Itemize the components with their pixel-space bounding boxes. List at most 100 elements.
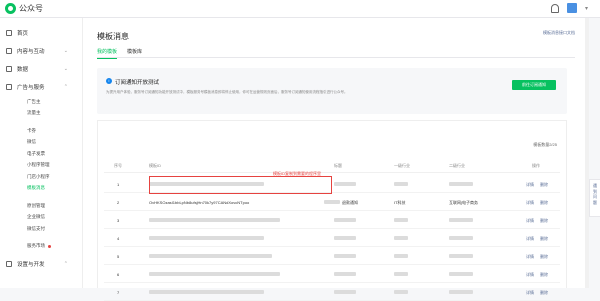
- bell-icon[interactable]: [550, 3, 559, 13]
- cell-template-id-redacted: [149, 218, 280, 222]
- delete-link[interactable]: 删除: [540, 290, 548, 296]
- cell-industry1-redacted: [394, 218, 408, 222]
- sidebar-sub-label: 微信: [27, 139, 36, 145]
- header-index: 序号: [114, 163, 122, 168]
- notice-description: 为提升用户体验，服务号订阅通知功能开放测试中，模板服务号模板消息即将停止使用，你…: [106, 90, 348, 94]
- sidebar-sub-cards[interactable]: 卡券: [0, 125, 82, 137]
- app-logo[interactable]: 公众号: [5, 3, 43, 14]
- settings-icon: [6, 261, 12, 267]
- delete-link[interactable]: 删除: [540, 254, 548, 260]
- sidebar-sub-original[interactable]: 原创管理: [0, 200, 82, 212]
- delete-link[interactable]: 删除: [540, 218, 548, 224]
- sidebar-item-settings[interactable]: 设置与开发 ⌃: [0, 255, 82, 273]
- sidebar-item-label: 设置与开发: [17, 262, 45, 268]
- page-title: 模板消息: [97, 32, 129, 41]
- sidebar-sub-label: 卡券: [27, 127, 36, 133]
- template-table: 模板数量2/25 序号 模板ID 标题 一级行业 二级行业 操作 1 详情 删除 2 O…: [97, 120, 567, 301]
- sidebar-sub-template-message[interactable]: 模板消息: [0, 183, 82, 195]
- go-subscribe-button[interactable]: 前往订阅通知: [512, 80, 556, 90]
- sidebar-sub-wechat-pay[interactable]: 微信支付: [0, 223, 82, 235]
- cell-template-id: OvHKSOzasI1bbLpNb8ufsjHn70k7y97CANdXovcN…: [149, 200, 250, 205]
- divider: [97, 57, 575, 58]
- sidebar-item-data[interactable]: 数据 ⌄: [0, 60, 82, 78]
- sidebar-sub-label: 微信支付: [27, 225, 45, 231]
- sidebar-sub-advertiser[interactable]: 广告主: [0, 96, 82, 108]
- cell-template-id-redacted: [149, 272, 280, 276]
- sidebar-sub-invoice[interactable]: 电子发票: [0, 148, 82, 160]
- cell-industry2-redacted: [449, 182, 473, 186]
- scrollbar[interactable]: [585, 18, 589, 288]
- sidebar-sub-publisher[interactable]: 流量主: [0, 108, 82, 120]
- cell-title-redacted: [334, 290, 356, 294]
- sidebar-sub-wechat[interactable]: 微信: [0, 137, 82, 149]
- cell-industry2-redacted: [449, 290, 473, 294]
- cell-industry2: 互联网|电子商务: [449, 200, 479, 205]
- sidebar-sub-label: 广告主: [27, 98, 41, 104]
- data-icon: [6, 66, 12, 72]
- table-row: 5 详情 删除: [104, 247, 560, 265]
- sidebar-sub-label: 模板消息: [27, 185, 45, 191]
- sidebar-item-content[interactable]: 内容与互动 ⌄: [0, 42, 82, 60]
- delete-link[interactable]: 删除: [540, 272, 548, 278]
- content-icon: [6, 48, 12, 54]
- ads-icon: [6, 84, 12, 90]
- detail-link[interactable]: 详情: [526, 218, 534, 224]
- detail-link[interactable]: 详情: [526, 272, 534, 278]
- sidebar-sub-service-market[interactable]: 服务市场: [0, 241, 82, 253]
- app-name: 公众号: [19, 4, 43, 13]
- header-template-id: 模板ID: [149, 163, 161, 168]
- header-industry2: 二级行业: [449, 163, 465, 168]
- sidebar: 首页 内容与互动 ⌄ 数据 ⌄ 广告与服务 ⌃ 广告主 流量主 卡券 微信 电子…: [0, 18, 83, 288]
- main-content: 模板消息 模板消息接口文档 我的模板 模板库 i 订阅通知开放测试 为提升用户体…: [83, 18, 585, 301]
- detail-link[interactable]: 详情: [526, 290, 534, 296]
- chevron-down-icon: ⌄: [63, 66, 68, 72]
- help-float-button[interactable]: 遇到问题: [589, 179, 600, 217]
- sidebar-item-label: 数据: [17, 67, 29, 73]
- cell-industry1-redacted: [394, 254, 408, 258]
- table-row: 7 详情 删除: [104, 283, 560, 301]
- sidebar-sub-miniprogram[interactable]: 小程序管理: [0, 160, 82, 172]
- sidebar-sub-label: 门店小程序: [27, 173, 50, 179]
- annotation-text: 模板ID复制到需要的程序里: [273, 171, 321, 176]
- template-count: 模板数量2/25: [533, 142, 557, 147]
- detail-link[interactable]: 详情: [526, 254, 534, 260]
- sidebar-item-label: 首页: [17, 31, 29, 37]
- cell-industry1: IT科技: [394, 200, 406, 205]
- help-doc-link[interactable]: 模板消息接口文档: [543, 30, 575, 36]
- cell-industry1-redacted: [394, 182, 408, 186]
- sidebar-item-ads-services[interactable]: 广告与服务 ⌃: [0, 78, 82, 96]
- detail-link[interactable]: 详情: [526, 236, 534, 242]
- notice-banner: i 订阅通知开放测试 为提升用户体验，服务号订阅通知功能开放测试中，模板服务号模…: [97, 68, 567, 114]
- cell-title-redacted: [334, 254, 356, 258]
- delete-link[interactable]: 删除: [540, 200, 548, 206]
- detail-link[interactable]: 详情: [526, 182, 534, 188]
- cell-industry1-redacted: [394, 236, 408, 240]
- cell-index: 7: [117, 290, 120, 295]
- chevron-down-icon[interactable]: ▾: [585, 5, 588, 12]
- table-header: 序号 模板ID 标题 一级行业 二级行业 操作: [104, 163, 560, 173]
- sidebar-sub-store[interactable]: 门店小程序: [0, 171, 82, 183]
- cell-industry2-redacted: [449, 218, 473, 222]
- sidebar-item-home[interactable]: 首页: [0, 24, 82, 42]
- cell-template-id-redacted: [149, 290, 264, 294]
- sidebar-sub-label: 原创管理: [27, 202, 45, 208]
- table-row: 3 详情 删除: [104, 211, 560, 229]
- cell-template-id-redacted: [149, 236, 264, 240]
- help-float-label: 遇到问题: [593, 183, 597, 205]
- notice-title: 订阅通知开放测试: [115, 80, 160, 86]
- avatar[interactable]: [566, 3, 577, 13]
- sidebar-sub-label: 服务市场: [27, 243, 45, 249]
- cell-title-redacted: [324, 200, 340, 204]
- detail-link[interactable]: 详情: [526, 200, 534, 206]
- sidebar-sub-label: 小程序管理: [27, 162, 50, 168]
- chevron-down-icon: ⌄: [63, 48, 68, 54]
- table-row: 2 OvHKSOzasI1bbLpNb8ufsjHn70k7y97CANdXovc…: [104, 193, 560, 211]
- header-actions: 操作: [532, 163, 540, 168]
- chevron-up-icon: ⌃: [63, 84, 68, 90]
- header-industry1: 一级行业: [394, 163, 410, 168]
- delete-link[interactable]: 删除: [540, 236, 548, 242]
- cell-industry2-redacted: [449, 254, 473, 258]
- delete-link[interactable]: 删除: [540, 182, 548, 188]
- sidebar-sub-wecom[interactable]: 企业微信: [0, 212, 82, 224]
- wechat-official-icon: [5, 3, 16, 14]
